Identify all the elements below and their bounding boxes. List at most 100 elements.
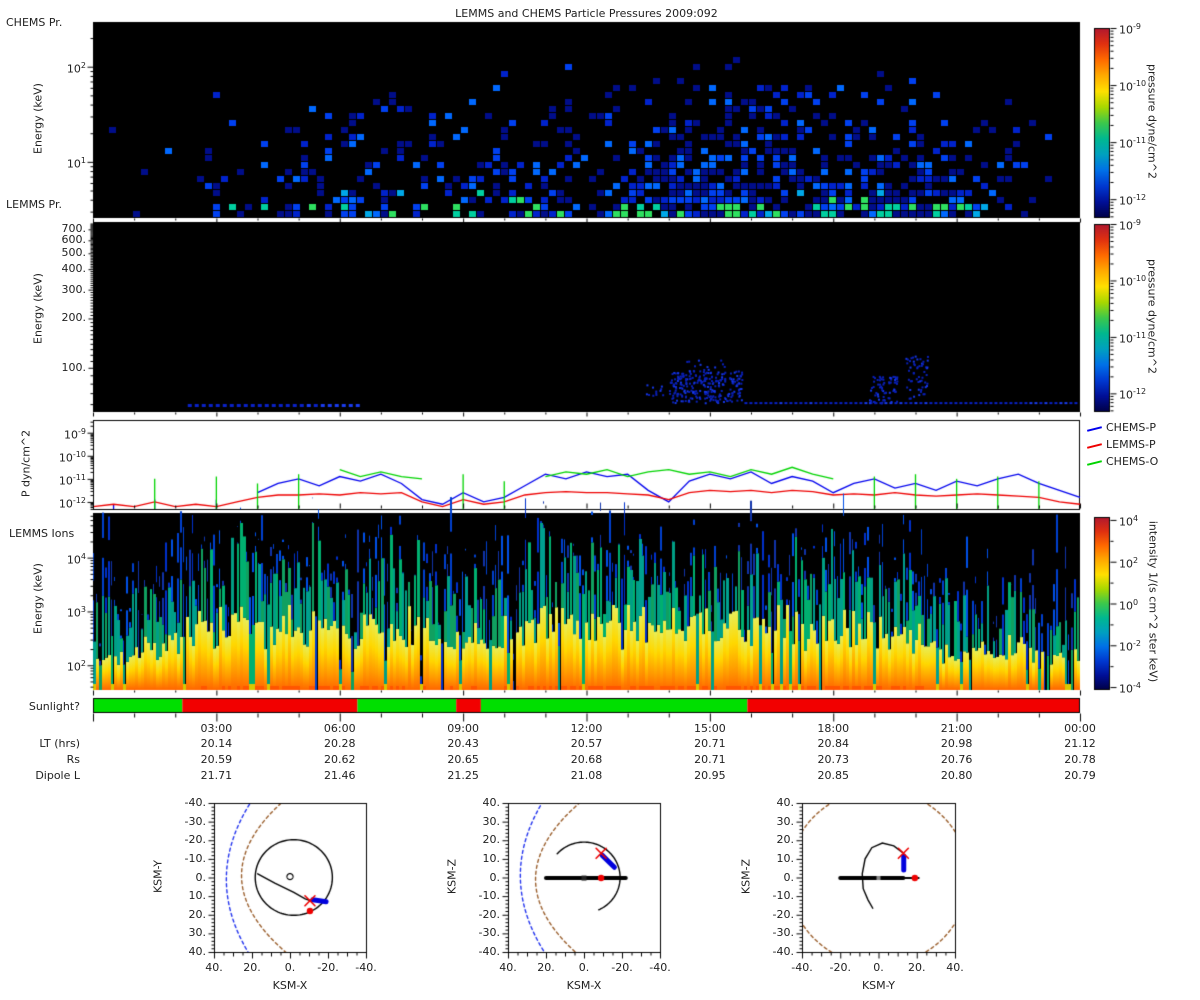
orbit1-ytick-label: -30. <box>184 814 206 828</box>
orbit1-xaxis-title: KSM-X <box>272 979 308 992</box>
colorbar2-title: pressure dyne/cm^2 <box>1145 259 1159 374</box>
dipole-l-value: 20.95 <box>694 769 726 782</box>
orbit3-xaxis-title: KSM-Y <box>861 979 896 992</box>
orbit3-xtick-label: 40. <box>946 961 964 974</box>
colorbar3-tick-label: 10-4 <box>1119 681 1141 696</box>
lt-value: 20.14 <box>200 737 233 750</box>
dipole-l-value: 20.80 <box>940 769 973 782</box>
legend-label-chems-p: CHEMS-P <box>1106 421 1156 434</box>
orbit2-ytick-label: 30. <box>482 814 501 828</box>
orbit1-ytick-label: 30. <box>188 926 207 940</box>
colorbar3-tick-label: 10-2 <box>1119 639 1141 654</box>
panel1-ytick-label: 101 <box>66 155 86 171</box>
orbit1-ytick-label: -10. <box>184 851 206 865</box>
dipole-l-value: 20.79 <box>1064 769 1096 782</box>
lt-value: 20.71 <box>694 737 726 750</box>
panel3-ytick-label: 10-12 <box>58 495 86 511</box>
colorbar3-tick-label: 102 <box>1119 555 1139 571</box>
colorbar2-tick-label: 10-10 <box>1119 274 1147 290</box>
panel4-yaxis-title: Energy (keV) <box>31 563 45 634</box>
panel2-label: LEMMS Pr. <box>6 198 62 211</box>
colorbar1-tick-label: 10-10 <box>1119 79 1147 94</box>
panel2-ytick-label: 200. <box>61 311 87 325</box>
lt-value: 20.57 <box>570 737 603 750</box>
lt-value: 20.98 <box>940 737 973 750</box>
panel3-ytick-label: 10-11 <box>58 472 86 488</box>
panel4-ytick-label: 102 <box>66 659 86 674</box>
dipole-l-value: 21.25 <box>447 769 479 782</box>
orbit3-ytick-label: -20. <box>772 907 794 921</box>
dipole-l-value: 21.46 <box>324 769 356 782</box>
panel1-yaxis-title: Energy (keV) <box>31 83 45 154</box>
dipole-l-value: 21.08 <box>570 769 603 782</box>
orbit1-ytick-label: -40. <box>184 796 206 809</box>
time-tick-label: 00:00 <box>1064 722 1096 735</box>
colorbar3-tick-label: 100 <box>1119 597 1139 613</box>
dipole-l-value: 20.85 <box>817 769 850 782</box>
orbit1-xtick-label: -40. <box>355 961 377 974</box>
orbit2-ytick-label: -40. <box>478 945 500 958</box>
time-tick-label: 21:00 <box>940 722 973 735</box>
figure-canvas <box>0 0 1200 1000</box>
panel2-ytick-label: 600. <box>61 233 87 247</box>
time-tick-label: 12:00 <box>570 722 603 735</box>
figure: LEMMS and CHEMS Particle Pressures 2009:… <box>0 0 1200 1000</box>
colorbar1-tick-label: 10-12 <box>1119 193 1147 208</box>
rs-value: 20.76 <box>940 753 973 766</box>
orbit3-ytick-label: -30. <box>772 926 794 940</box>
rs-value: 20.62 <box>324 753 356 766</box>
orbit1-ytick-label: 10. <box>188 889 207 903</box>
orbit2-xaxis-title: KSM-X <box>566 979 602 992</box>
orbit2-ytick-label: 0. <box>489 870 501 884</box>
panel4-ytick-label: 103 <box>66 605 86 621</box>
rs-row-label: Rs <box>66 753 80 766</box>
orbit2-ytick-label: 20. <box>482 833 501 847</box>
colorbar1-tick-label: 10-11 <box>1119 136 1147 151</box>
orbit1-ytick-label: 20. <box>188 907 207 921</box>
orbit3-ytick-label: 0. <box>783 870 795 884</box>
time-tick-label: 03:00 <box>200 722 233 735</box>
orbit3-ytick-label: 20. <box>776 833 795 847</box>
lt-value: 20.28 <box>324 737 356 750</box>
colorbar1-title: pressure dyne/cm^2 <box>1145 64 1159 179</box>
orbit1-ytick-label: 0. <box>195 870 207 884</box>
lt-value: 20.84 <box>817 737 850 750</box>
orbit2-ytick-label: 40. <box>482 796 501 809</box>
colorbar2-tick-label: 10-9 <box>1119 218 1141 233</box>
dipole-l-value: 21.71 <box>200 769 233 782</box>
orbit2-ytick-label: 10. <box>482 851 501 865</box>
orbit2-xtick-label: -40. <box>649 961 671 974</box>
lt-value: 20.43 <box>447 737 479 750</box>
panel1-label: CHEMS Pr. <box>6 16 63 29</box>
dipole-row-label: Dipole L <box>35 769 80 782</box>
page-title: LEMMS and CHEMS Particle Pressures 2009:… <box>455 7 718 20</box>
orbit3-ytick-label: -40. <box>772 945 794 958</box>
legend-label-chems-o: CHEMS-O <box>1106 455 1159 468</box>
colorbar1-tick-label: 10-9 <box>1119 22 1141 37</box>
panel3-ytick-label: 10-9 <box>64 426 86 442</box>
panel2-yaxis-title: Energy (keV) <box>31 273 45 344</box>
sunlight-label: Sunlight? <box>28 700 80 713</box>
lt-row-label: LT (hrs) <box>39 737 80 750</box>
panel4-ytick-label: 104 <box>66 551 86 567</box>
panel2-ytick-label: 300. <box>61 282 87 296</box>
panel1-ytick-label: 102 <box>66 60 86 76</box>
time-tick-label: 09:00 <box>447 722 479 735</box>
colorbar3-tick-label: 104 <box>1119 513 1139 529</box>
orbit3-ytick-label: -10. <box>772 889 794 903</box>
rs-value: 20.78 <box>1064 753 1096 766</box>
panel3-yaxis-title: P dyn/cm^2 <box>19 429 33 498</box>
lt-value: 21.12 <box>1064 737 1096 750</box>
legend-label-lemms-p: LEMMS-P <box>1106 438 1156 451</box>
orbit1-ytick-label: 40. <box>188 945 207 958</box>
orbit1-ytick-label: -20. <box>184 833 206 847</box>
orbit2-yaxis-title: KSM-Z <box>445 858 459 894</box>
orbit2-ytick-label: -10. <box>478 889 500 903</box>
orbit3-yaxis-title: KSM-Z <box>739 858 753 894</box>
panel2-ytick-label: 500. <box>61 246 87 260</box>
rs-value: 20.68 <box>570 753 603 766</box>
orbit2-ytick-label: -30. <box>478 926 500 940</box>
orbit3-ytick-label: 40. <box>776 796 795 809</box>
rs-value: 20.65 <box>447 753 479 766</box>
rs-value: 20.73 <box>817 753 850 766</box>
